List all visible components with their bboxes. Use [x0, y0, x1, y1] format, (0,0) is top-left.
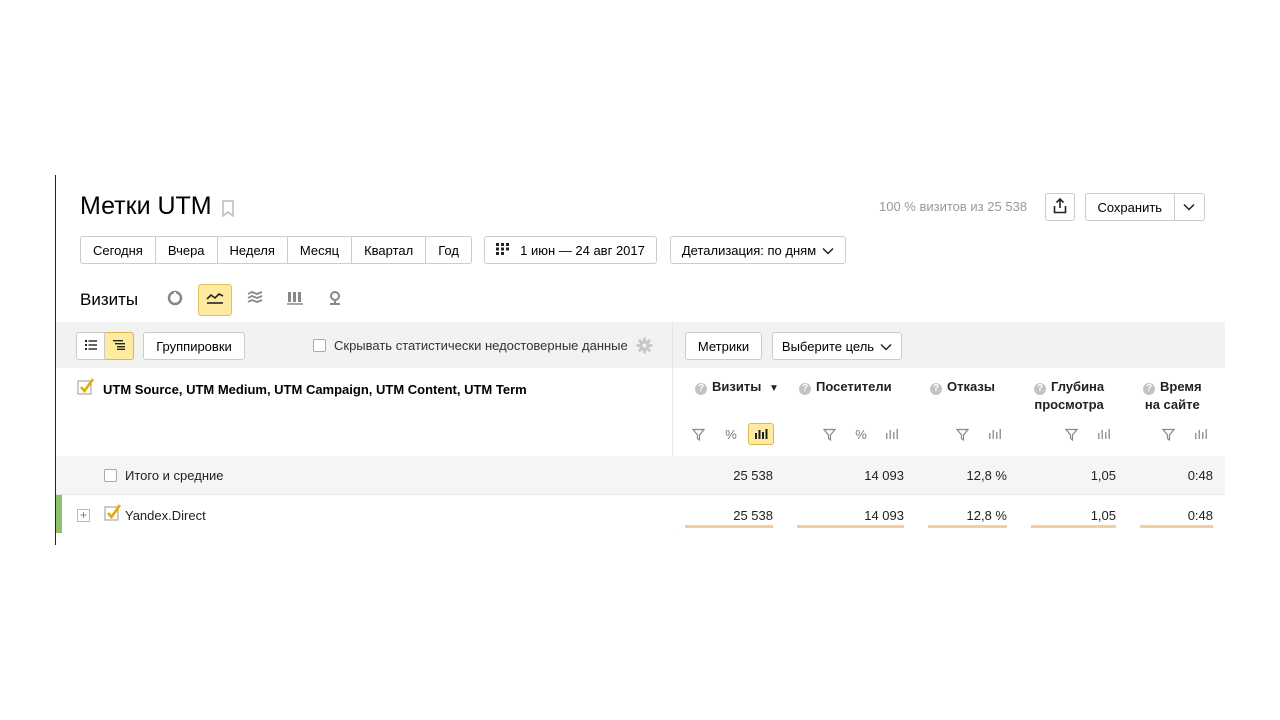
column-title: Глубина: [1051, 379, 1105, 394]
period-week[interactable]: Неделя: [217, 236, 288, 264]
row-depth: 1,05: [1090, 508, 1116, 523]
row-color-marker: [56, 495, 62, 533]
bar-toggle-icon[interactable]: [1189, 423, 1213, 445]
column-header-time[interactable]: ? Время на сайте: [1143, 378, 1202, 414]
row-visitors: 14 093: [864, 508, 904, 523]
dimensions-label[interactable]: UTM Source, UTM Medium, UTM Campaign, UT…: [103, 382, 527, 397]
map-pin-icon: [327, 290, 343, 311]
filter-icon[interactable]: [1156, 423, 1180, 445]
filter-icon[interactable]: [817, 423, 841, 445]
column-title: Время: [1160, 379, 1202, 394]
period-yesterday[interactable]: Вчера: [155, 236, 218, 264]
chart-type-map[interactable]: [319, 285, 351, 315]
help-icon[interactable]: ?: [930, 383, 942, 395]
row-checkbox[interactable]: [104, 504, 122, 522]
date-range-label: 1 июн — 24 авг 2017: [520, 242, 645, 258]
column-header-bounces[interactable]: ? Отказы: [930, 378, 995, 396]
help-icon[interactable]: ?: [1143, 383, 1155, 395]
chevron-down-icon: [822, 243, 834, 258]
row-bounces-bar: [928, 525, 1007, 528]
visits-summary: 100 % визитов из 25 538: [879, 199, 1028, 214]
metrics-button[interactable]: Метрики: [685, 332, 762, 360]
help-icon[interactable]: ?: [799, 383, 811, 395]
export-button[interactable]: [1045, 193, 1075, 221]
tree-view-button[interactable]: [105, 332, 134, 360]
date-range-button[interactable]: 1 июн — 24 авг 2017: [484, 236, 657, 264]
totals-bounces: 12,8 %: [966, 468, 1007, 483]
save-button[interactable]: Сохранить: [1085, 193, 1205, 221]
list-view-button[interactable]: [76, 332, 105, 360]
filter-icon[interactable]: [686, 423, 710, 445]
expand-row-button[interactable]: +: [77, 509, 90, 522]
chart-type-line[interactable]: [198, 284, 232, 316]
totals-visitors: 14 093: [864, 468, 904, 483]
totals-depth: 1,05: [1090, 468, 1116, 483]
help-icon[interactable]: ?: [1034, 383, 1046, 395]
detail-dropdown[interactable]: Детализация: по дням: [670, 236, 846, 264]
column-header-depth[interactable]: ? Глубина просмотра: [1034, 378, 1104, 414]
column-title-line2: на сайте: [1144, 397, 1200, 412]
filter-icon[interactable]: [1059, 423, 1083, 445]
percent-icon[interactable]: %: [849, 423, 873, 445]
bar-toggle-icon[interactable]: [748, 423, 774, 445]
chart-type-bar[interactable]: [279, 285, 311, 315]
page-title: Метки UTM: [80, 192, 212, 220]
line-chart-icon: [206, 291, 224, 310]
goal-dropdown[interactable]: Выберите цель: [772, 332, 902, 360]
period-quarter[interactable]: Квартал: [352, 236, 427, 264]
row-label[interactable]: Yandex.Direct: [125, 508, 206, 523]
totals-time: 0:48: [1187, 468, 1213, 483]
row-depth-bar: [1031, 525, 1116, 528]
tree-icon: [113, 337, 125, 355]
pie-chart-icon: [167, 290, 183, 311]
bar-toggle-icon[interactable]: [880, 423, 904, 445]
period-today[interactable]: Сегодня: [80, 236, 156, 264]
chevron-down-icon: [880, 339, 892, 354]
filter-icon[interactable]: [950, 423, 974, 445]
sort-desc-icon: ▼: [768, 383, 779, 394]
column-title: Отказы: [947, 379, 995, 394]
chart-type-pie[interactable]: [159, 285, 191, 315]
bar-toggle-icon[interactable]: [1092, 423, 1116, 445]
row-time-bar: [1140, 525, 1213, 528]
row-time: 0:48: [1187, 508, 1213, 523]
detail-label: Детализация: по дням: [681, 242, 817, 258]
percent-icon[interactable]: %: [719, 423, 743, 445]
row-visits: 25 538: [733, 508, 773, 523]
totals-checkbox[interactable]: [104, 469, 117, 482]
help-icon[interactable]: ?: [695, 383, 707, 395]
view-toggle: [76, 332, 134, 360]
row-visitors-bar: [797, 525, 904, 528]
goal-label: Выберите цель: [781, 338, 875, 354]
dimensions-checkbox[interactable]: [77, 378, 95, 396]
hide-unreliable-label[interactable]: Скрывать статистически недостоверные дан…: [334, 338, 628, 353]
column-title: Визиты: [712, 379, 762, 394]
period-year[interactable]: Год: [426, 236, 472, 264]
row-bounces: 12,8 %: [966, 508, 1007, 523]
column-header-visits[interactable]: ? Визиты ▼: [695, 378, 779, 398]
hide-unreliable-checkbox[interactable]: [313, 339, 326, 352]
column-title: Посетители: [816, 379, 892, 394]
export-icon: [1053, 197, 1067, 217]
column-title-line2: просмотра: [1034, 397, 1104, 412]
gear-icon[interactable]: [636, 337, 653, 359]
totals-label: Итого и средние: [125, 468, 224, 483]
totals-visits: 25 538: [733, 468, 773, 483]
area-chart-icon: [247, 290, 263, 310]
period-month[interactable]: Месяц: [287, 236, 353, 264]
bar-chart-icon: [287, 290, 303, 311]
chart-type-area[interactable]: [239, 285, 271, 315]
row-visits-bar: [685, 525, 773, 528]
save-button-label: Сохранить: [1097, 199, 1163, 215]
calendar-icon: [496, 242, 510, 258]
period-selector: Сегодня Вчера Неделя Месяц Квартал Год: [80, 236, 472, 264]
chart-title: Визиты: [80, 290, 139, 309]
list-icon: [84, 337, 97, 355]
bar-toggle-icon[interactable]: [983, 423, 1007, 445]
column-header-visitors[interactable]: ? Посетители: [799, 378, 892, 396]
groupings-button[interactable]: Группировки: [143, 332, 245, 360]
chevron-down-icon[interactable]: [1175, 203, 1205, 211]
bookmark-icon[interactable]: [221, 200, 235, 223]
